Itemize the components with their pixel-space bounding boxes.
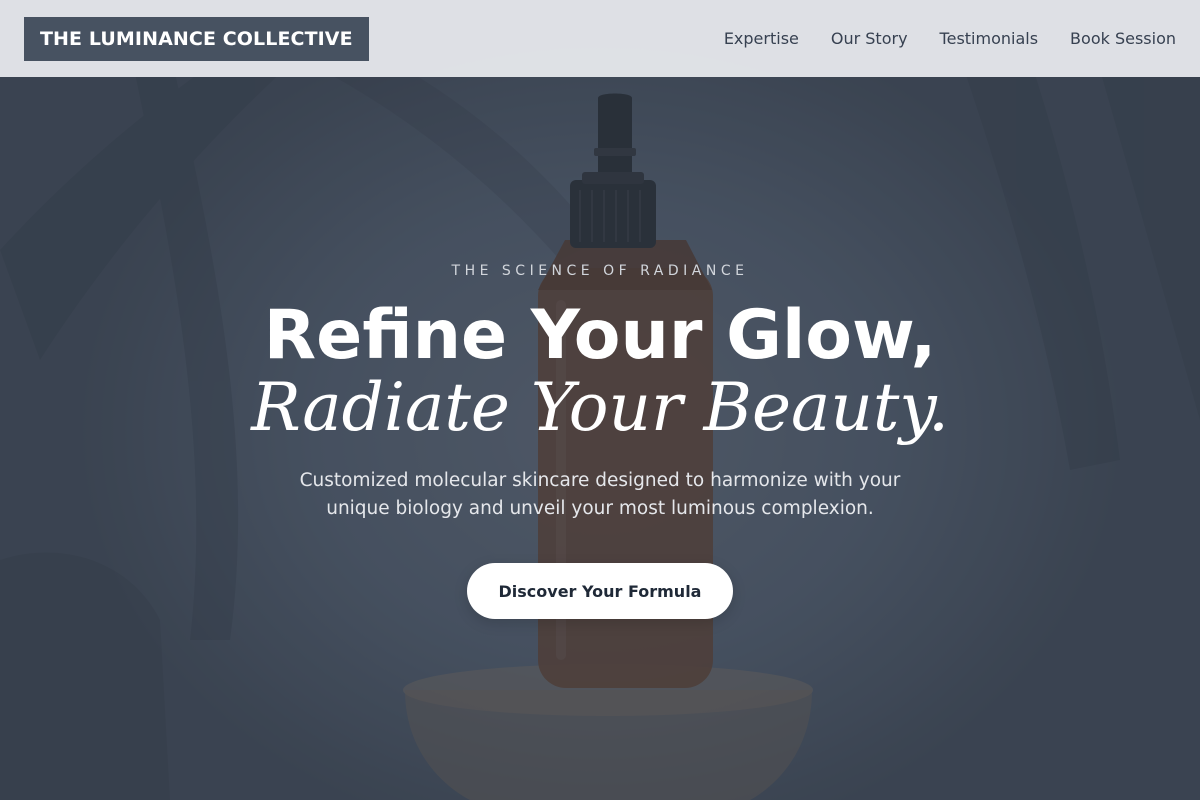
nav-link-expertise[interactable]: Expertise (724, 29, 799, 48)
nav-link-testimonials[interactable]: Testimonials (940, 29, 1039, 48)
hero-headline-line2: Radiate Your Beauty. (251, 369, 949, 446)
main-nav: Expertise Our Story Testimonials Book Se… (724, 29, 1176, 48)
hero-headline-line1: Refine Your Glow, (263, 296, 937, 375)
hero-eyebrow: THE SCIENCE OF RADIANCE (451, 263, 749, 279)
hero-content: THE SCIENCE OF RADIANCE Refine Your Glow… (0, 0, 1200, 800)
hero-subtext: Customized molecular skincare designed t… (299, 470, 901, 519)
nav-link-book-session[interactable]: Book Session (1070, 29, 1176, 48)
discover-formula-button[interactable]: Discover Your Formula (467, 563, 733, 619)
brand-logo[interactable]: THE LUMINANCE COLLECTIVE (24, 16, 369, 61)
nav-link-our-story[interactable]: Our Story (831, 29, 908, 48)
site-header: THE LUMINANCE COLLECTIVE Expertise Our S… (0, 0, 1200, 77)
